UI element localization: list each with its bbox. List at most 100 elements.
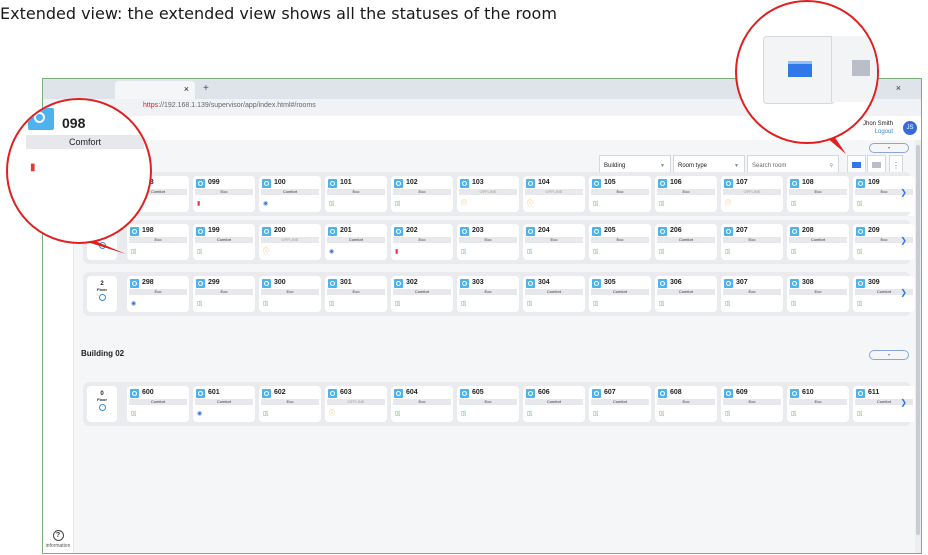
room-card[interactable]: 208 Comfort ▯⌊	[787, 224, 849, 260]
room-card[interactable]: 205 Eco ▯⌊	[589, 224, 651, 260]
room-card[interactable]: 298 Eco ◉	[127, 276, 189, 312]
url-text[interactable]: https://192.168.1.139/supervisor/app/ind…	[143, 102, 316, 109]
room-card[interactable]: 204 Eco ▯⌊	[523, 224, 585, 260]
room-card[interactable]: 198 Eco ▯⌊	[127, 224, 189, 260]
new-tab-button[interactable]: +	[203, 83, 209, 94]
room-card[interactable]: 107 OFFLINE ⓘ	[721, 176, 783, 212]
room-card[interactable]: 103 OFFLINE ⓘ	[457, 176, 519, 212]
room-mode: Eco	[459, 289, 517, 295]
room-number: 104	[538, 179, 550, 186]
room-card[interactable]: 199 Comfort ▯⌊	[193, 224, 255, 260]
room-card[interactable]: 603 OFFLINE ⓘ	[325, 386, 387, 422]
room-card[interactable]: 207 Eco ▯⌊	[721, 224, 783, 260]
room-mode: Comfort	[789, 237, 847, 243]
room-card[interactable]: 102 Eco ▯⌊	[391, 176, 453, 212]
room-number: 202	[406, 227, 418, 234]
room-card[interactable]: 606 Comfort ▯⌊	[523, 386, 585, 422]
room-status-icon: ⓘ	[263, 249, 270, 255]
room-card[interactable]: 106 Eco ▯⌊	[655, 176, 717, 212]
room-mode: OFFLINE	[723, 189, 781, 195]
room-card[interactable]: 610 Eco ▯⌊	[787, 386, 849, 422]
chevron-right-icon[interactable]: ❯	[900, 398, 907, 407]
room-card[interactable]: 600 Comfort ▯⌊	[127, 386, 189, 422]
room-card[interactable]: 203 Eco ▯⌊	[457, 224, 519, 260]
room-mode: Comfort	[393, 289, 451, 295]
room-icon	[724, 179, 733, 188]
browser-tab[interactable]: ×	[115, 81, 195, 99]
room-card[interactable]: 202 Eco ▮	[391, 224, 453, 260]
room-card[interactable]: 104 OFFLINE ⓘ	[523, 176, 585, 212]
room-mode: Eco	[789, 399, 847, 405]
room-icon	[328, 227, 337, 236]
room-status-icon: ▯⌊	[857, 201, 863, 207]
room-mode: Comfort	[195, 237, 253, 243]
room-card[interactable]: 200 OFFLINE ⓘ	[259, 224, 321, 260]
room-icon	[790, 389, 799, 398]
extended-view-icon	[788, 61, 812, 77]
room-card[interactable]: 206 Comfort ▯⌊	[655, 224, 717, 260]
room-icon	[262, 389, 271, 398]
room-card[interactable]: 308 Eco ▯⌊	[787, 276, 849, 312]
room-icon	[526, 179, 535, 188]
room-card[interactable]: 304 Comfort ▯⌊	[523, 276, 585, 312]
room-mode: Comfort	[525, 399, 583, 405]
room-card[interactable]: 105 Eco ▯⌊	[589, 176, 651, 212]
room-card[interactable]: 601 Comfort ◉	[193, 386, 255, 422]
room-status-icon: ▯⌊	[791, 201, 797, 207]
scrollbar[interactable]	[915, 140, 921, 553]
scrollbar-thumb[interactable]	[916, 145, 920, 535]
avatar[interactable]: JS	[903, 121, 917, 135]
room-card[interactable]: 108 Eco ▯⌊	[787, 176, 849, 212]
room-mode: Eco	[525, 237, 583, 243]
building-collapse-button[interactable]: ▾	[869, 143, 909, 153]
room-card[interactable]: 306 Comfort ▯⌊	[655, 276, 717, 312]
room-status-icon: ▯⌊	[659, 249, 665, 255]
room-number: 304	[538, 279, 550, 286]
room-card[interactable]: 609 Eco ▯⌊	[721, 386, 783, 422]
room-card[interactable]: 300 Eco ▯⌊	[259, 276, 321, 312]
room-card[interactable]: 307 Eco ▯⌊	[721, 276, 783, 312]
room-icon	[130, 279, 139, 288]
room-card[interactable]: 607 Comfort ▯⌊	[589, 386, 651, 422]
room-icon	[262, 227, 271, 236]
room-mode: Eco	[327, 189, 385, 195]
chevron-right-icon[interactable]: ❯	[900, 236, 907, 245]
logout-link[interactable]: Logout	[863, 128, 893, 136]
zoom-extended-view-button	[763, 36, 835, 104]
room-mode: Eco	[393, 399, 451, 405]
room-icon	[394, 279, 403, 288]
room-card[interactable]: 303 Eco ▯⌊	[457, 276, 519, 312]
room-card[interactable]: 604 Eco ▯⌊	[391, 386, 453, 422]
room-mode: Comfort	[591, 289, 649, 295]
sidebar-item-information[interactable]: ? information	[43, 530, 73, 549]
room-card[interactable]: 100 Comfort ◉	[259, 176, 321, 212]
room-card[interactable]: 099 Eco ▮	[193, 176, 255, 212]
zoom-room-number: 098	[62, 115, 86, 131]
room-card[interactable]: 602 Eco ▯⌊	[259, 386, 321, 422]
caption: Extended view: the extended view shows a…	[0, 4, 557, 23]
room-mode: Comfort	[261, 189, 319, 195]
room-card[interactable]: 299 Eco ▯⌊	[193, 276, 255, 312]
room-status-icon: ⓘ	[725, 201, 732, 207]
room-card[interactable]: 302 Comfort ▯⌊	[391, 276, 453, 312]
room-icon	[592, 227, 601, 236]
room-card[interactable]: 608 Eco ▯⌊	[655, 386, 717, 422]
room-card[interactable]: 305 Comfort ▯⌊	[589, 276, 651, 312]
chevron-right-icon[interactable]: ❯	[900, 288, 907, 297]
floor-card[interactable]: 2 Floor	[87, 276, 117, 312]
tab-close-icon[interactable]: ×	[184, 84, 189, 94]
room-icon	[658, 179, 667, 188]
room-card[interactable]: 101 Eco ▯⌊	[325, 176, 387, 212]
room-card[interactable]: 201 Comfort ◉	[325, 224, 387, 260]
room-number: 300	[274, 279, 286, 286]
floor-row: 2 Floor 298 Eco ◉ 299 Eco ▯⌊ 300 Eco ▯⌊	[83, 272, 915, 316]
building-collapse-button[interactable]: ▾	[869, 350, 909, 360]
room-status-icon: ▯⌊	[263, 411, 269, 417]
room-mode: Comfort	[657, 237, 715, 243]
room-icon	[856, 279, 865, 288]
room-card[interactable]: 301 Eco ▯⌊	[325, 276, 387, 312]
room-card[interactable]: 605 Eco ▯⌊	[457, 386, 519, 422]
chevron-right-icon[interactable]: ❯	[900, 188, 907, 197]
floor-card[interactable]: 0 Floor	[87, 386, 117, 422]
room-icon	[856, 179, 865, 188]
